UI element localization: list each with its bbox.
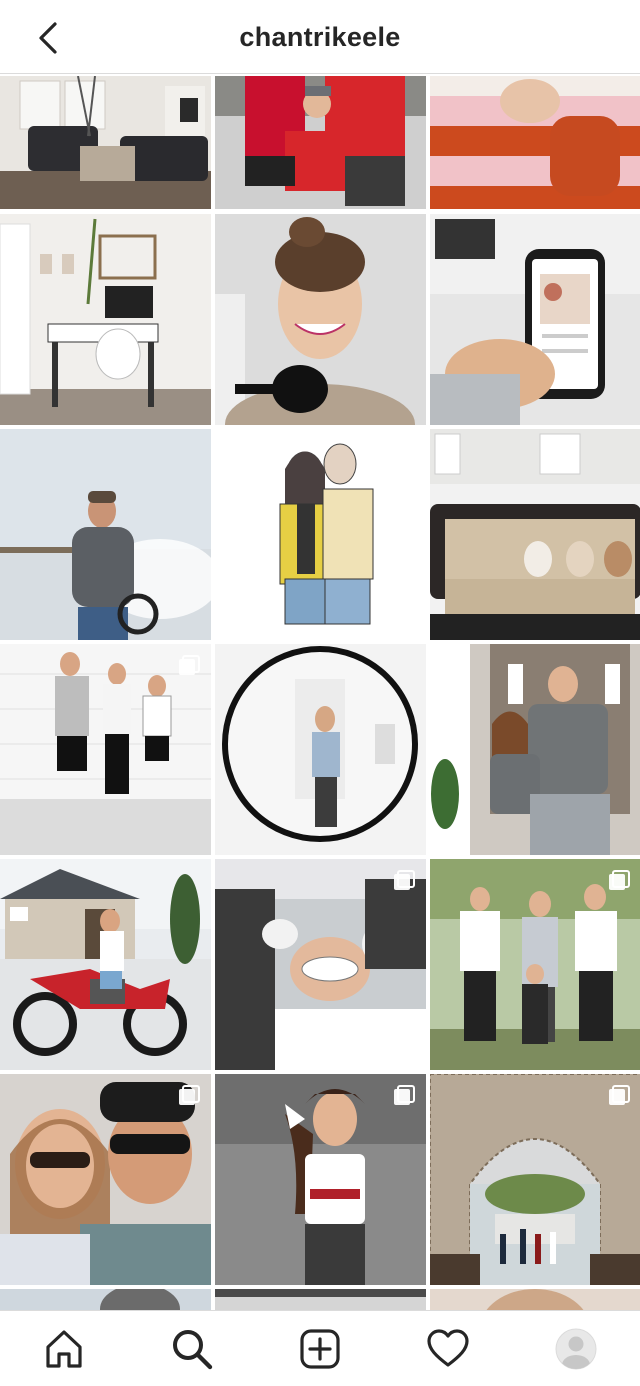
grid-photo-dirt-bike[interactable] — [0, 859, 211, 1070]
search-icon — [173, 1330, 213, 1370]
grid-photo-kids-back-to-school[interactable] — [0, 644, 211, 855]
tab-new-post[interactable] — [296, 1325, 344, 1373]
multi-photo-icon — [609, 1085, 630, 1105]
grid-photo-antler-arch[interactable] — [430, 1074, 640, 1285]
grid-photo-living-room[interactable] — [0, 76, 211, 209]
multi-photo-icon — [394, 1085, 415, 1105]
heart-icon — [427, 1329, 469, 1367]
bottom-tab-bar — [0, 1310, 640, 1386]
grid-photo-couch-bunnies[interactable] — [430, 429, 640, 640]
grid-photo-sweater-closeup[interactable] — [430, 76, 640, 209]
multi-photo-icon — [179, 655, 200, 675]
grid-photo-couple-illustration[interactable] — [215, 429, 426, 640]
multi-photo-icon — [179, 1085, 200, 1105]
grid-photo-family-red-shirts[interactable] — [215, 76, 426, 209]
grid-photo-partial-1[interactable] — [0, 1289, 211, 1310]
top-nav-bar: chantrikeele — [0, 0, 640, 74]
grid-photo-phone-podcast[interactable] — [430, 214, 640, 425]
profile-username-title: chantrikeele — [239, 22, 401, 52]
home-icon — [46, 1330, 82, 1368]
grid-photo-teens-wired-up[interactable] — [430, 644, 640, 855]
plus-square-icon — [300, 1329, 340, 1369]
grid-photo-dentist[interactable] — [215, 859, 426, 1070]
avatar-icon — [555, 1328, 597, 1370]
grid-photo-partial-3[interactable] — [430, 1289, 640, 1310]
grid-photo-home-office[interactable] — [0, 214, 211, 425]
multi-photo-icon — [394, 870, 415, 890]
tab-activity[interactable] — [424, 1325, 472, 1373]
multi-photo-icon — [394, 440, 415, 460]
grid-photo-cheerleader[interactable] — [215, 1074, 426, 1285]
grid-photo-round-mirror[interactable] — [215, 644, 426, 855]
grid-photo-couple-selfie[interactable] — [0, 1074, 211, 1285]
tab-search[interactable] — [168, 1325, 216, 1373]
grid-photo-family-formal[interactable] — [430, 859, 640, 1070]
grid-photo-man-outdoors[interactable] — [0, 429, 211, 640]
photo-grid — [0, 76, 640, 1310]
grid-photo-podcast-selfie[interactable] — [215, 214, 426, 425]
tab-profile[interactable] — [552, 1325, 600, 1373]
grid-photo-partial-2[interactable] — [215, 1289, 426, 1310]
tab-home[interactable] — [40, 1325, 88, 1373]
multi-photo-icon — [609, 870, 630, 890]
